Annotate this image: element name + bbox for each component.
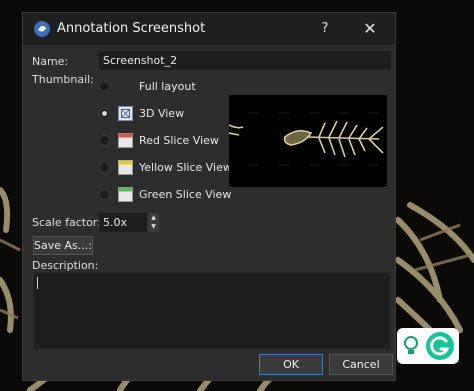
scale-factor-spinner[interactable]: ▲ ▼ <box>148 213 159 232</box>
radio-yellow-slice[interactable] <box>99 161 110 173</box>
option-label: Red Slice View <box>139 133 219 147</box>
radio-3d-view[interactable] <box>99 107 110 119</box>
option-label: Yellow Slice View <box>139 160 232 174</box>
description-textarea[interactable] <box>33 272 391 350</box>
option-green-slice-view[interactable]: Green Slice View <box>99 184 231 204</box>
option-3d-view[interactable]: 3D View <box>99 103 184 123</box>
radio-green-slice[interactable] <box>99 188 110 200</box>
slicer-app-icon <box>34 21 50 37</box>
text-caret <box>37 277 38 289</box>
grammarly-widget[interactable] <box>397 328 459 364</box>
yellow-slice-icon <box>118 159 133 175</box>
option-red-slice-view[interactable]: Red Slice View <box>99 130 219 150</box>
window-title: Annotation Screenshot <box>57 21 206 36</box>
spin-up-icon[interactable]: ▲ <box>148 213 159 222</box>
scale-factor-label: Scale factor: <box>32 216 101 229</box>
annotation-screenshot-dialog: Annotation Screenshot ? ✕ Name: Screensh… <box>22 12 396 381</box>
lightbulb-icon <box>404 336 418 354</box>
spin-down-icon[interactable]: ▼ <box>148 222 159 231</box>
option-full-layout[interactable]: Full layout <box>99 76 196 96</box>
close-button[interactable]: ✕ <box>359 19 381 39</box>
blank-icon <box>118 79 133 94</box>
title-bar[interactable]: Annotation Screenshot ? ✕ <box>23 13 395 45</box>
name-label: Name: <box>32 55 69 68</box>
thumbnail-preview <box>229 95 387 187</box>
grammarly-logo-icon <box>426 332 454 360</box>
green-slice-icon <box>118 186 133 202</box>
help-button[interactable]: ? <box>315 19 335 39</box>
3d-view-icon <box>118 105 133 121</box>
option-label: Green Slice View <box>139 187 232 201</box>
option-label: 3D View <box>139 106 185 120</box>
name-input[interactable]: Screenshot_2 <box>99 51 391 70</box>
radio-full-layout[interactable] <box>99 80 110 92</box>
thumbnail-label: Thumbnail: <box>32 73 94 86</box>
radio-red-slice[interactable] <box>99 134 110 146</box>
red-slice-icon <box>118 132 133 148</box>
option-label: Full layout <box>139 79 196 93</box>
cancel-button[interactable]: Cancel <box>329 354 393 375</box>
option-yellow-slice-view[interactable]: Yellow Slice View <box>99 157 232 177</box>
scale-factor-input[interactable]: 5.0x <box>99 213 147 232</box>
grammarly-widget-graphic <box>404 332 454 360</box>
save-as-button[interactable]: Save As...: <box>33 236 93 255</box>
description-label: Description: <box>32 259 99 272</box>
ok-button[interactable]: OK <box>259 354 323 375</box>
